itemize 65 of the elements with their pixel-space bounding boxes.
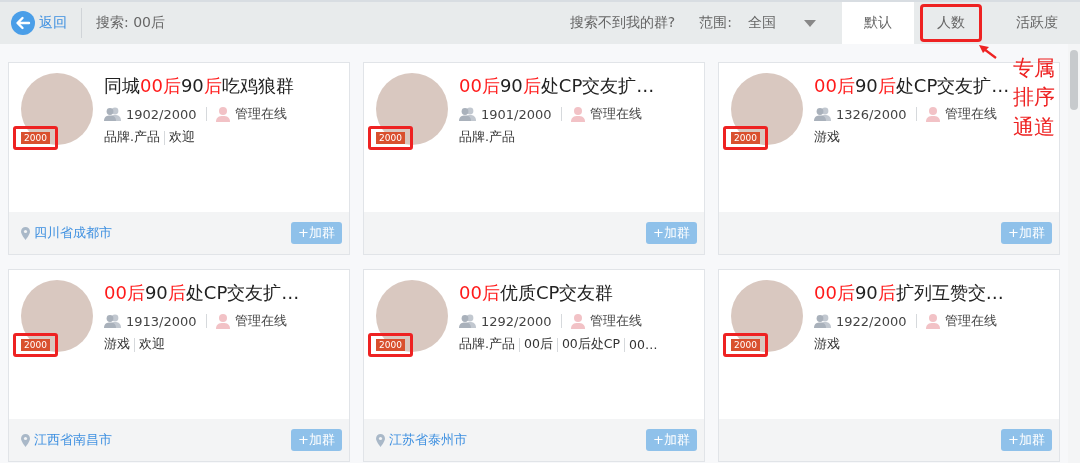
people-icon bbox=[104, 107, 121, 121]
group-title[interactable]: 00后90后处CP交友扩… bbox=[814, 73, 1010, 99]
admin-status: 管理在线 bbox=[234, 105, 287, 123]
group-tag: 品牌.产品 bbox=[104, 129, 160, 146]
member-count: 1922/2000 bbox=[836, 313, 907, 329]
group-tag: 欢迎 bbox=[139, 336, 165, 353]
annotation-arrow bbox=[978, 44, 998, 60]
person-icon bbox=[570, 313, 585, 329]
person-icon bbox=[925, 106, 940, 122]
location-text: 江苏省泰州市 bbox=[389, 431, 467, 449]
capacity-badge: 2000 bbox=[376, 339, 405, 351]
person-icon bbox=[570, 106, 585, 122]
capacity-badge: 2000 bbox=[21, 339, 50, 351]
capacity-badge: 2000 bbox=[376, 132, 405, 144]
person-icon bbox=[215, 106, 230, 122]
admin-status: 管理在线 bbox=[944, 312, 997, 330]
admin-status: 管理在线 bbox=[234, 312, 287, 330]
group-title[interactable]: 00后优质CP交友群 bbox=[459, 280, 658, 306]
member-count: 1326/2000 bbox=[836, 106, 907, 122]
member-count: 1902/2000 bbox=[126, 106, 197, 122]
person-icon bbox=[215, 313, 230, 329]
people-icon bbox=[814, 107, 831, 121]
group-tag: 00后处CP bbox=[561, 336, 621, 353]
people-icon bbox=[814, 314, 831, 328]
sort-tab[interactable]: 默认 bbox=[842, 2, 914, 44]
capacity-badge: 2000 bbox=[731, 339, 760, 351]
scrollbar[interactable] bbox=[1068, 44, 1080, 463]
member-count: 1901/2000 bbox=[481, 106, 552, 122]
location-pin-icon bbox=[21, 226, 30, 240]
group-tag: 品牌.产品 bbox=[459, 336, 515, 353]
people-icon bbox=[459, 314, 476, 328]
group-tag: 00后 bbox=[524, 336, 553, 353]
people-icon bbox=[104, 314, 121, 328]
group-tag: 游戏 bbox=[814, 336, 840, 353]
search-query: 搜索: 00后 bbox=[96, 14, 165, 32]
people-icon bbox=[459, 107, 476, 121]
scrollbar-thumb[interactable] bbox=[1070, 50, 1078, 110]
annotation-text: 专属排序通道 bbox=[1013, 55, 1055, 141]
location-pin-icon bbox=[21, 433, 30, 447]
scope-label: 范围: bbox=[699, 14, 732, 32]
member-count: 1913/2000 bbox=[126, 313, 197, 329]
person-icon bbox=[925, 313, 940, 329]
group-tag: 游戏 bbox=[814, 129, 840, 146]
capacity-badge: 2000 bbox=[21, 132, 50, 144]
admin-status: 管理在线 bbox=[589, 312, 642, 330]
admin-status: 管理在线 bbox=[589, 105, 642, 123]
location-pin-icon bbox=[376, 433, 385, 447]
scope-dropdown[interactable]: 全国 bbox=[748, 14, 816, 32]
group-tag: 游戏 bbox=[104, 336, 130, 353]
group-tag: 品牌.产品 bbox=[459, 129, 515, 146]
member-count: 1292/2000 bbox=[481, 313, 552, 329]
help-link[interactable]: 搜索不到我的群? bbox=[569, 14, 676, 32]
group-tag: 欢迎 bbox=[169, 129, 195, 146]
group-title[interactable]: 00后90后处CP交友扩… bbox=[459, 73, 655, 99]
capacity-badge: 2000 bbox=[731, 132, 760, 144]
group-title[interactable]: 00后90后扩列互赞交… bbox=[814, 280, 1004, 306]
group-tag: 00… bbox=[629, 337, 658, 352]
admin-status: 管理在线 bbox=[944, 105, 997, 123]
caret-icon bbox=[804, 20, 816, 27]
sort-tab[interactable]: 人数 bbox=[920, 4, 982, 42]
group-title[interactable]: 00后90后处CP交友扩… bbox=[104, 280, 300, 306]
back-button[interactable]: 返回 bbox=[0, 11, 67, 35]
location-text: 四川省成都市 bbox=[34, 224, 112, 242]
location-text: 江西省南昌市 bbox=[34, 431, 112, 449]
group-title[interactable]: 同城00后90后吃鸡狼群 bbox=[104, 73, 294, 99]
